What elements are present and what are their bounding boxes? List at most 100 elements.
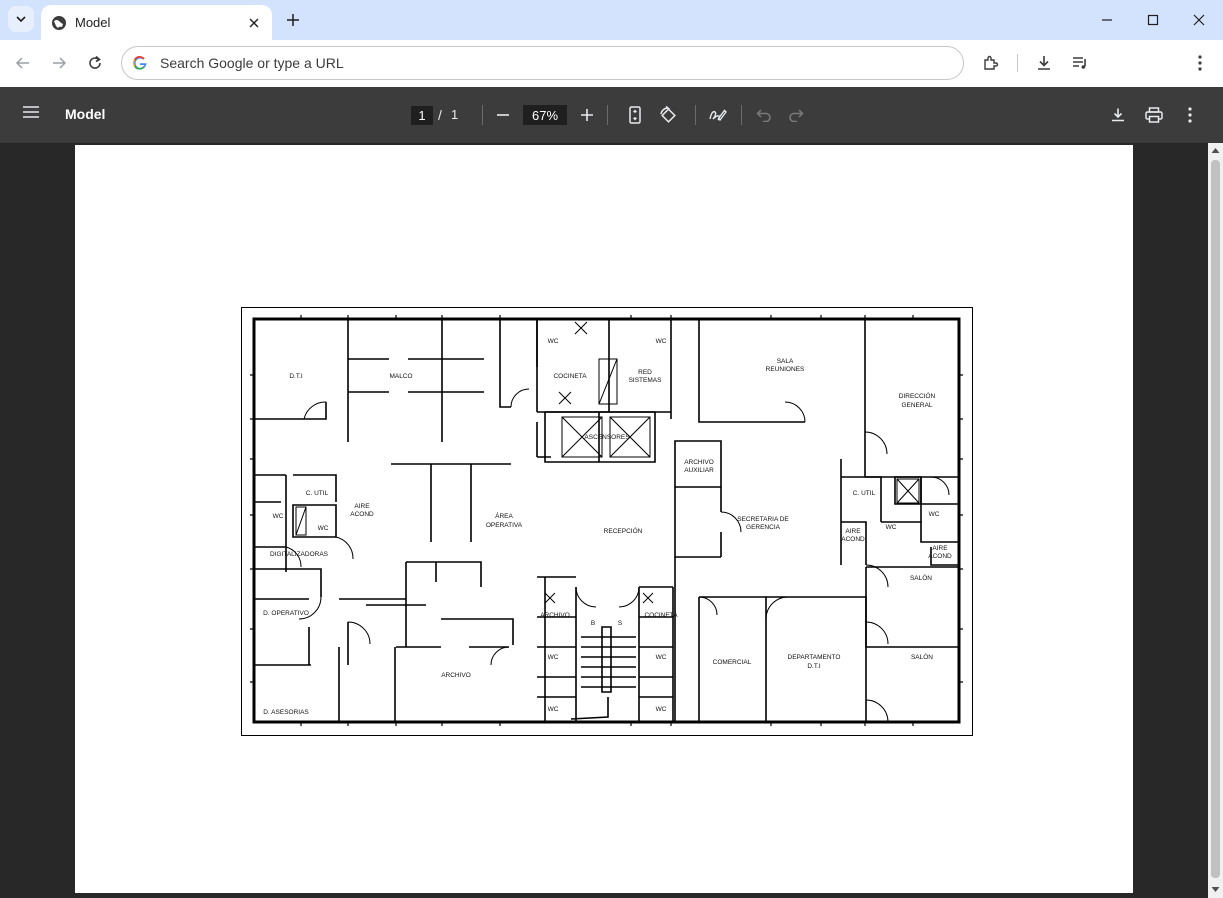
- room-label: AIRE: [932, 545, 948, 552]
- room-label: COCINETA: [644, 612, 678, 619]
- redo-button[interactable]: [784, 103, 808, 127]
- room-label: WC: [656, 654, 667, 661]
- room-label: REUNIONES: [766, 366, 805, 373]
- page-separator: /: [438, 107, 442, 123]
- back-button[interactable]: [11, 51, 35, 75]
- room-label: COMERCIAL: [713, 659, 752, 666]
- browser-tab[interactable]: Model: [41, 5, 272, 40]
- fit-page-icon: [629, 106, 641, 124]
- room-label: WC: [273, 513, 284, 520]
- room-label: AIRE: [354, 503, 370, 510]
- minimize-icon: [1102, 19, 1112, 21]
- chrome-menu-button[interactable]: [1188, 51, 1212, 75]
- room-label: WC: [548, 338, 559, 345]
- page-number-input[interactable]: 1: [411, 106, 433, 125]
- google-g-icon: [132, 55, 147, 70]
- zoom-in-button[interactable]: [575, 103, 599, 127]
- pdf-download-button[interactable]: [1106, 103, 1130, 127]
- download-icon: [1112, 108, 1124, 122]
- stair-label: B: [591, 620, 595, 627]
- room-label: D. OPERATIVO: [263, 610, 309, 617]
- room-label: C. UTIL: [306, 490, 329, 497]
- pdf-more-button[interactable]: [1178, 103, 1202, 127]
- zoom-out-button[interactable]: [491, 103, 515, 127]
- room-label: ACOND: [841, 536, 865, 543]
- room-label: WC: [656, 338, 667, 345]
- arrow-left-icon: [15, 57, 29, 69]
- rotate-icon: [660, 105, 676, 123]
- minus-icon: [497, 114, 509, 116]
- extensions-button[interactable]: [979, 51, 1003, 75]
- scroll-up-arrow-icon[interactable]: [1210, 145, 1221, 156]
- maximize-button[interactable]: [1130, 0, 1176, 40]
- scrollbar-thumb[interactable]: [1211, 160, 1220, 878]
- pdf-toolbar: Model 1 / 1 67%: [0, 87, 1223, 143]
- room-label: DIRECCIÓN: [899, 391, 936, 400]
- room-label: ÁREA: [495, 511, 513, 520]
- pdf-title: Model: [65, 106, 106, 122]
- reading-list-button[interactable]: [1068, 51, 1092, 75]
- rotate-button[interactable]: [656, 103, 680, 127]
- download-icon: [1038, 56, 1050, 70]
- new-tab-button[interactable]: [283, 10, 303, 30]
- room-label: OPERATIVA: [486, 522, 523, 529]
- hamburger-icon: [23, 106, 39, 118]
- room-label: ARCHIVO: [441, 672, 471, 679]
- print-button[interactable]: [1142, 103, 1166, 127]
- pdf-menu-button[interactable]: [22, 105, 44, 125]
- room-label: DIGITALIZADORAS: [270, 551, 329, 558]
- reload-button[interactable]: [83, 51, 107, 75]
- room-label: WC: [929, 511, 940, 518]
- plus-icon: [581, 109, 593, 121]
- room-label: SALÓN: [911, 652, 933, 661]
- room-label: SISTEMAS: [629, 377, 663, 384]
- tab-search-button[interactable]: [8, 6, 34, 32]
- room-label: ARCHIVO: [540, 612, 570, 619]
- kebab-icon: [1188, 107, 1192, 123]
- toolbar-divider: [482, 105, 483, 125]
- minimize-button[interactable]: [1084, 0, 1130, 40]
- room-label: D. ASESORIAS: [263, 709, 309, 716]
- floor-plan-drawing: D.T.I MALCO WC COCINETA RED SISTEMAS WC …: [241, 307, 973, 736]
- tab-title: Model: [75, 15, 111, 30]
- plus-icon: [287, 14, 299, 26]
- room-label: RECEPCIÓN: [604, 526, 643, 535]
- room-label: DEPARTAMENTO: [788, 654, 841, 661]
- undo-icon: [756, 109, 771, 122]
- downloads-button[interactable]: [1032, 51, 1056, 75]
- close-window-button[interactable]: [1176, 0, 1222, 40]
- room-label: ARCHIVO: [684, 459, 714, 466]
- toolbar-divider: [695, 105, 696, 125]
- undo-button[interactable]: [752, 103, 776, 127]
- annotate-button[interactable]: [706, 103, 730, 127]
- room-label: GERENCIA: [746, 524, 781, 531]
- room-label: WC: [548, 706, 559, 713]
- forward-button[interactable]: [47, 51, 71, 75]
- zoom-input[interactable]: 67%: [523, 105, 567, 125]
- room-label: WC: [656, 706, 667, 713]
- arrow-right-icon: [53, 57, 67, 69]
- fit-page-button[interactable]: [623, 103, 647, 127]
- room-label: AIRE: [845, 528, 861, 535]
- printer-icon: [1145, 107, 1163, 123]
- close-tab-button[interactable]: [246, 15, 262, 31]
- room-label: WC: [886, 524, 897, 531]
- room-label: WC: [548, 654, 559, 661]
- media-queue-icon: [1073, 57, 1086, 69]
- close-icon: [249, 18, 259, 27]
- pen-icon: [709, 109, 727, 122]
- room-label: D.T.I: [289, 373, 303, 380]
- room-label: GENERAL: [901, 402, 932, 409]
- room-label: AUXILIAR: [684, 467, 714, 474]
- omnibox-placeholder: Search Google or type a URL: [160, 55, 344, 71]
- omnibox[interactable]: Search Google or type a URL: [121, 46, 964, 80]
- globe-icon: [52, 15, 66, 30]
- room-label: ASCENSORES: [584, 434, 630, 441]
- tab-strip: Model: [0, 0, 1223, 40]
- room-label: D.T.I: [807, 663, 821, 670]
- room-label: ACOND: [350, 511, 374, 518]
- toolbar-divider: [1017, 54, 1018, 72]
- redo-icon: [789, 109, 804, 122]
- scroll-down-arrow-icon[interactable]: [1210, 884, 1221, 895]
- room-label: SALA: [777, 358, 794, 365]
